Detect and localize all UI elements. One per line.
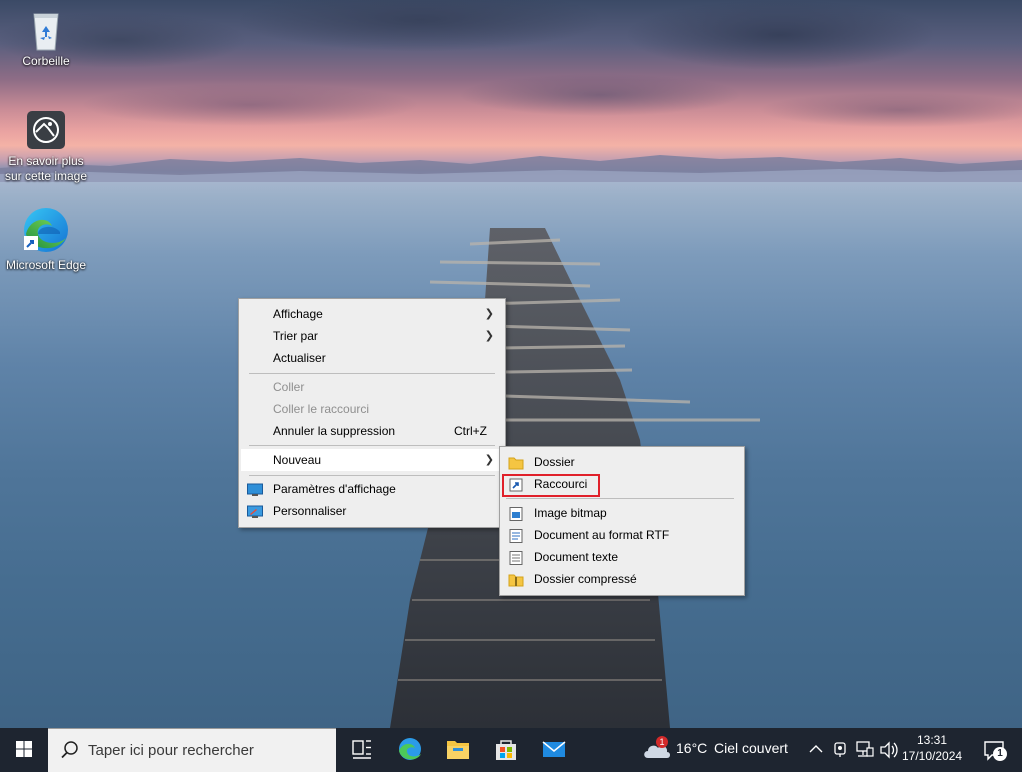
search-placeholder: Taper ici pour rechercher — [88, 742, 254, 759]
bitmap-icon — [508, 506, 524, 521]
taskbar-edge-button[interactable] — [388, 728, 432, 772]
taskbar: Taper ici pour rechercher 1 16°C Ciel co… — [0, 728, 1022, 772]
task-view-icon — [352, 740, 371, 759]
file-explorer-icon — [447, 741, 469, 759]
start-button[interactable] — [0, 728, 48, 772]
tray-volume-button[interactable] — [878, 728, 900, 772]
menu-item-label: Affichage — [273, 307, 323, 321]
display-settings-icon — [247, 482, 263, 496]
desktop-icon-label: En savoir plus sur cette image — [4, 154, 88, 183]
desktop-context-menu: Affichage ❯ Trier par ❯ Actualiser Colle… — [238, 298, 506, 528]
submenu-item-document-texte[interactable]: Document texte — [502, 546, 742, 568]
desktop-icon-recycle-bin[interactable]: Corbeille — [0, 8, 92, 69]
menu-item-label: Document texte — [534, 550, 619, 564]
clock-date: 17/10/2024 — [902, 749, 963, 763]
menu-item-label: Paramètres d'affichage — [273, 482, 396, 496]
menu-item-coller: Coller — [241, 376, 503, 398]
store-icon — [496, 740, 516, 760]
desktop-icon-learn-more[interactable]: En savoir plus sur cette image — [0, 108, 92, 184]
raccourci-highlight-box — [502, 474, 600, 497]
folder-icon — [508, 455, 524, 470]
notification-count-badge: 1 — [993, 747, 1007, 761]
recycle-bin-icon — [24, 8, 68, 52]
menu-item-label: Dossier — [534, 455, 575, 469]
menu-separator — [249, 445, 495, 446]
chevron-right-icon: ❯ — [484, 308, 494, 320]
desktop-icon-label: Microsoft Edge — [5, 258, 87, 272]
tray-network-button[interactable] — [854, 728, 876, 772]
menu-item-affichage[interactable]: Affichage ❯ — [241, 303, 503, 325]
menu-separator — [249, 373, 495, 374]
menu-item-label: Coller — [273, 380, 305, 394]
tray-meet-now-button[interactable] — [830, 728, 852, 772]
menu-item-personnaliser[interactable]: Personnaliser — [241, 500, 503, 522]
submenu-item-dossier-compresse[interactable]: Dossier compressé — [502, 568, 742, 590]
weather-temperature: 16°C — [676, 740, 708, 756]
volume-icon — [880, 741, 898, 759]
taskbar-search-box[interactable]: Taper ici pour rechercher — [48, 728, 336, 772]
menu-item-label: Nouveau — [273, 453, 322, 467]
taskbar-mail-button[interactable] — [532, 728, 576, 772]
taskbar-clock[interactable]: 13:31 17/10/2024 — [902, 732, 962, 764]
taskbar-file-explorer-button[interactable] — [436, 728, 480, 772]
desktop-icon-edge[interactable]: Microsoft Edge — [0, 204, 92, 273]
tray-overflow-button[interactable] — [806, 728, 826, 772]
menu-separator — [249, 475, 495, 476]
rtf-document-icon — [508, 528, 524, 543]
menu-item-label: Personnaliser — [273, 504, 347, 518]
menu-item-label: Image bitmap — [534, 506, 607, 520]
weather-alert-badge: 1 — [656, 736, 668, 748]
edge-icon — [399, 738, 421, 760]
menu-item-label: Document au format RTF — [534, 528, 670, 542]
network-icon — [856, 741, 874, 757]
menu-item-label: Trier par — [273, 329, 318, 343]
menu-item-nouveau[interactable]: Nouveau ❯ — [241, 449, 503, 471]
submenu-item-document-rtf[interactable]: Document au format RTF — [502, 524, 742, 546]
camera-lens-icon — [24, 108, 68, 152]
meet-now-icon — [834, 742, 846, 757]
weather-description: Ciel couvert — [714, 740, 788, 756]
wallpaper-pier — [390, 228, 760, 728]
submenu-item-image-bitmap[interactable]: Image bitmap — [502, 502, 742, 524]
personalize-icon — [247, 504, 263, 518]
menu-item-label: Coller le raccourci — [273, 402, 370, 416]
menu-item-trier-par[interactable]: Trier par ❯ — [241, 325, 503, 347]
desktop-icon-label: Corbeille — [22, 54, 70, 68]
desktop-wallpaper — [0, 0, 1022, 728]
windows-logo-icon — [16, 741, 32, 757]
menu-item-label: Dossier compressé — [534, 572, 637, 586]
menu-item-label: Annuler la suppression — [273, 424, 396, 438]
menu-item-annuler-suppression[interactable]: Annuler la suppression Ctrl+Z — [241, 420, 503, 442]
chevron-right-icon: ❯ — [484, 454, 494, 466]
search-icon — [61, 741, 78, 759]
chevron-right-icon: ❯ — [484, 330, 494, 342]
cloud-icon — [644, 745, 670, 758]
menu-item-parametres-affichage[interactable]: Paramètres d'affichage — [241, 478, 503, 500]
taskbar-store-button[interactable] — [484, 728, 528, 772]
menu-separator — [506, 498, 734, 499]
menu-item-shortcut: Ctrl+Z — [454, 424, 487, 438]
task-view-button[interactable] — [340, 728, 384, 772]
clock-time: 13:31 — [916, 733, 948, 747]
menu-item-coller-raccourci: Coller le raccourci — [241, 398, 503, 420]
notification-center-button[interactable]: 1 — [978, 728, 1010, 772]
zip-folder-icon — [508, 572, 524, 587]
edge-icon — [20, 204, 72, 256]
submenu-nouveau: Dossier Raccourci Image bitmap Document … — [499, 446, 745, 596]
weather-widget[interactable]: 1 16°C Ciel couvert — [640, 728, 800, 772]
menu-item-actualiser[interactable]: Actualiser — [241, 347, 503, 369]
chevron-up-icon — [809, 745, 823, 753]
menu-item-label: Actualiser — [273, 351, 326, 365]
mail-icon — [542, 741, 566, 757]
submenu-item-dossier[interactable]: Dossier — [502, 451, 742, 473]
text-document-icon — [508, 550, 524, 565]
